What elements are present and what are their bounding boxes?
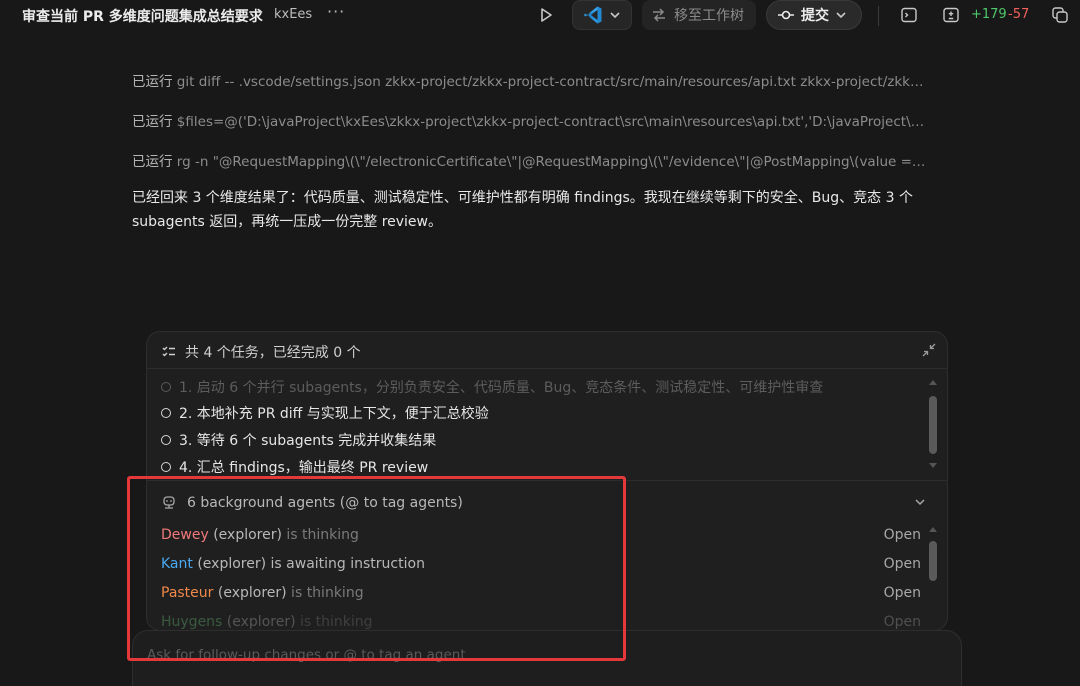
open-in-vscode-button[interactable] <box>572 0 632 30</box>
task-scrollbar[interactable] <box>929 378 937 470</box>
copy-icon[interactable] <box>1051 6 1069 24</box>
assistant-message: 已经回来 3 个维度结果了：代码质量、测试稳定性、可维护性都有明确 findin… <box>132 190 913 230</box>
open-agent-button[interactable]: Open <box>884 527 921 543</box>
lines-added: +179 <box>971 7 1007 22</box>
move-to-worktree-label: 移至工作树 <box>674 8 744 24</box>
task-item: 2. 本地补充 PR diff 与实现上下文，便于汇总校验 <box>161 403 489 423</box>
thread-title: 审查当前 PR 多维度问题集成总结要求 <box>22 9 263 25</box>
command-line[interactable]: 已运行 $files=@('D:\javaProject\kxEes\zkkx-… <box>132 110 927 130</box>
task-text: 2. 本地补充 PR diff 与实现上下文，便于汇总校验 <box>179 406 489 422</box>
status-circle-icon <box>161 382 171 392</box>
ran-label: 已运行 <box>132 154 173 170</box>
commit-label: 提交 <box>801 8 829 24</box>
status-circle-icon <box>161 408 171 418</box>
task-item: 1. 启动 6 个并行 subagents，分别负责安全、代码质量、Bug、竞态… <box>161 377 823 397</box>
task-panel-header: 共 4 个任务，已经完成 0 个 <box>161 342 361 362</box>
highlight-box <box>127 476 626 661</box>
task-text: 1. 启动 6 个并行 subagents，分别负责安全、代码质量、Bug、竞态… <box>179 380 824 396</box>
chevron-down-icon[interactable] <box>913 495 927 509</box>
command-line[interactable]: 已运行 git diff -- .vscode/settings.json zk… <box>132 70 927 90</box>
open-agent-button[interactable]: Open <box>884 614 921 630</box>
ran-label: 已运行 <box>132 114 173 130</box>
top-bar: 审查当前 PR 多维度问题集成总结要求 kxEes ··· 移至工作树 提交 +… <box>0 0 1080 32</box>
open-agent-button[interactable]: Open <box>884 556 921 572</box>
scroll-down-icon[interactable] <box>929 462 937 470</box>
more-options-icon[interactable]: ··· <box>327 2 345 21</box>
task-item: 4. 汇总 findings，输出最终 PR review <box>161 457 428 477</box>
task-text: 3. 等待 6 个 subagents 完成并收集结果 <box>179 433 437 449</box>
task-item: 3. 等待 6 个 subagents 完成并收集结果 <box>161 430 436 450</box>
command-text: $files=@('D:\javaProject\kxEes\zkkx-proj… <box>176 114 927 130</box>
status-circle-icon <box>161 462 171 472</box>
agents-scrollbar[interactable] <box>929 525 937 625</box>
open-agent-button[interactable]: Open <box>884 585 921 601</box>
play-icon[interactable] <box>537 6 555 24</box>
move-to-worktree-button[interactable]: 移至工作树 <box>642 0 756 30</box>
collapse-icon[interactable] <box>921 342 937 358</box>
command-text: git diff -- .vscode/settings.json zkkx-p… <box>176 74 927 90</box>
chevron-down-icon <box>836 12 846 19</box>
checklist-icon <box>162 346 175 357</box>
repo-name[interactable]: kxEes <box>274 7 312 22</box>
ran-label: 已运行 <box>132 74 173 90</box>
chevron-down-icon <box>610 12 620 19</box>
scroll-up-icon[interactable] <box>929 525 937 533</box>
task-text: 4. 汇总 findings，输出最终 PR review <box>179 460 429 476</box>
terminal-icon[interactable] <box>900 6 918 24</box>
divider <box>147 368 947 369</box>
command-line[interactable]: 已运行 rg -n "@RequestMapping\(\"/electroni… <box>132 150 927 170</box>
scroll-up-icon[interactable] <box>929 378 937 386</box>
scrollbar-thumb[interactable] <box>929 396 937 454</box>
toolbar-divider <box>878 6 879 26</box>
commit-icon <box>778 10 794 20</box>
commit-button[interactable]: 提交 <box>766 0 862 30</box>
branch-icon <box>653 8 665 22</box>
vscode-icon <box>584 6 602 24</box>
command-text: rg -n "@RequestMapping\(\"/electronicCer… <box>176 154 927 170</box>
lines-removed: -57 <box>1008 7 1030 22</box>
status-circle-icon <box>161 435 171 445</box>
diff-icon[interactable] <box>942 6 960 24</box>
task-summary: 共 4 个任务，已经完成 0 个 <box>185 345 361 361</box>
scrollbar-thumb[interactable] <box>929 541 937 581</box>
